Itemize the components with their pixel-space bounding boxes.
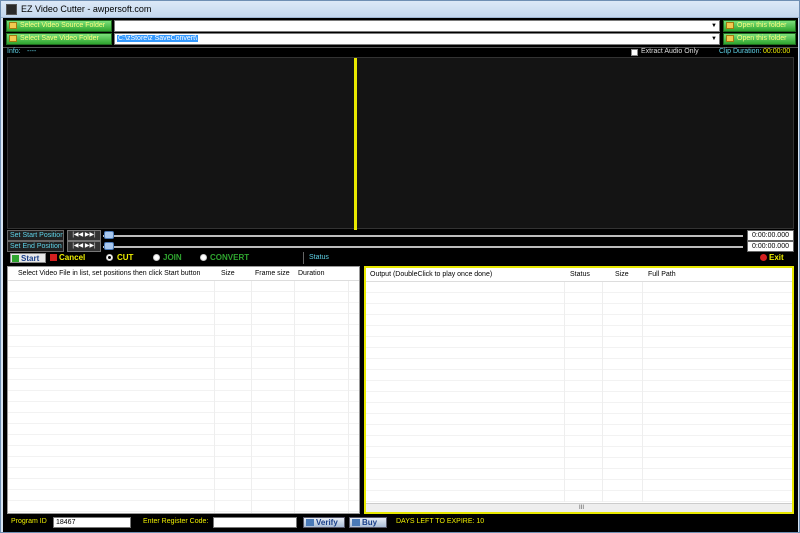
mode-join-radio[interactable] (153, 254, 160, 261)
select-source-folder-button[interactable]: Select Video Source Folder (6, 20, 112, 32)
power-icon (760, 254, 767, 261)
input-list-body[interactable] (8, 281, 359, 513)
status-label: Status (309, 254, 329, 261)
clip-duration-label: Clip Duration: (719, 48, 762, 55)
info-value: ---- (27, 48, 37, 55)
exit-button[interactable]: Exit (759, 253, 791, 263)
output-col-output[interactable]: Output (DoubleClick to play once done) (370, 271, 492, 278)
output-col-status[interactable]: Status (570, 271, 590, 278)
save-folder-path: C:\zStore\z SaveConvert\ (117, 35, 198, 42)
play-icon (12, 255, 19, 262)
verify-button[interactable]: Verify (303, 517, 345, 528)
column-divider (348, 281, 349, 513)
exit-label: Exit (769, 253, 784, 262)
app-window: EZ Video Cutter - awpersoft.com Select V… (0, 0, 800, 533)
verify-label: Verify (316, 518, 338, 527)
input-list-header: Select Video File in list, set positions… (8, 267, 359, 281)
chevron-down-icon[interactable]: ▼ (709, 34, 719, 44)
clip-duration-value: 00:00:00 (763, 48, 791, 55)
program-id-field[interactable]: 18467 (53, 517, 131, 528)
open-save-folder-button[interactable]: Open this folder (723, 33, 796, 45)
start-slider-track[interactable] (103, 235, 743, 237)
end-slider-thumb[interactable] (104, 242, 114, 250)
column-divider (214, 281, 215, 513)
register-code-input[interactable] (213, 517, 297, 528)
start-label: Start (21, 254, 40, 263)
folder-icon (9, 22, 17, 29)
open-save-folder-label: Open this folder (737, 35, 787, 42)
start-nav-buttons[interactable]: |◀◀ ▶▶| (67, 230, 101, 241)
action-toolbar: Start Cancel CUT JOIN CONVERT Status Exi… (3, 252, 798, 264)
chevron-down-icon[interactable]: ▼ (709, 21, 719, 31)
close-icon (50, 254, 57, 261)
input-col-size[interactable]: Size (221, 270, 235, 277)
output-col-full-path[interactable]: Full Path (648, 271, 676, 278)
end-nav-buttons[interactable]: |◀◀ ▶▶| (67, 241, 101, 252)
title-bar: EZ Video Cutter - awpersoft.com (1, 1, 799, 18)
input-col-duration[interactable]: Duration (298, 270, 324, 277)
info-bar: Info: ---- Extract Audio Only Clip Durat… (3, 47, 798, 56)
select-save-folder-button[interactable]: Select Save Video Folder (6, 33, 112, 45)
output-list-header: Output (DoubleClick to play once done) S… (366, 268, 792, 282)
folder-open-icon (726, 22, 734, 29)
source-folder-combo[interactable]: ▼ (114, 20, 720, 32)
scrollbar-grip[interactable]: III (579, 505, 584, 511)
video-preview[interactable] (7, 57, 794, 230)
buy-button[interactable]: Buy (349, 517, 387, 528)
output-col-size[interactable]: Size (615, 271, 629, 278)
column-divider (294, 281, 295, 513)
select-save-folder-label: Select Save Video Folder (20, 35, 99, 42)
mode-convert-label: CONVERT (210, 253, 250, 262)
mode-cut-radio[interactable] (106, 254, 113, 261)
end-time-field[interactable]: 0:00:00.000 (747, 241, 794, 252)
status-bar: Program ID 18467 Enter Register Code: Ve… (3, 516, 798, 529)
start-time-field[interactable]: 0:00:00.000 (747, 230, 794, 241)
mode-join-label: JOIN (163, 253, 182, 262)
cancel-button[interactable]: Cancel (49, 253, 93, 263)
output-horizontal-scrollbar[interactable]: III (366, 503, 792, 512)
start-position-row: Set Start Position |◀◀ ▶▶| 0:00:00.000 (7, 230, 794, 241)
program-id-label: Program ID (11, 518, 47, 525)
select-source-folder-label: Select Video Source Folder (20, 22, 106, 29)
input-col-frame-size[interactable]: Frame size (255, 270, 290, 277)
info-label: Info: (7, 48, 21, 55)
column-divider (251, 281, 252, 513)
save-icon (9, 35, 17, 42)
column-divider (602, 282, 603, 502)
app-icon (6, 4, 17, 15)
end-slider-track[interactable] (103, 246, 743, 248)
end-position-row: Set End Position |◀◀ ▶▶| 0:00:00.000 (7, 241, 794, 252)
cart-icon (352, 519, 360, 526)
refresh-icon (306, 519, 314, 526)
window-title: EZ Video Cutter - awpersoft.com (21, 4, 152, 14)
output-list-body[interactable] (366, 282, 792, 502)
cancel-label: Cancel (59, 253, 86, 262)
preview-divider (354, 58, 357, 230)
register-code-label: Enter Register Code: (143, 518, 209, 525)
mode-cut-label: CUT (117, 253, 134, 262)
set-start-position-button[interactable]: Set Start Position (7, 230, 64, 241)
input-col-file[interactable]: Select Video File in list, set positions… (18, 270, 200, 277)
open-source-folder-button[interactable]: Open this folder (723, 20, 796, 32)
column-divider (642, 282, 643, 502)
days-left-text: DAYS LEFT TO EXPIRE: 10 (396, 518, 485, 525)
open-source-folder-label: Open this folder (737, 22, 787, 29)
input-file-list[interactable]: Select Video File in list, set positions… (7, 266, 360, 514)
extract-audio-checkbox[interactable] (631, 49, 638, 56)
save-folder-combo[interactable]: C:\zStore\z SaveConvert\ ▼ (114, 33, 720, 45)
extract-audio-label: Extract Audio Only (641, 48, 699, 55)
start-slider-thumb[interactable] (104, 231, 114, 239)
column-divider (564, 282, 565, 502)
toolbar-divider (303, 252, 304, 264)
output-file-list[interactable]: Output (DoubleClick to play once done) S… (364, 266, 794, 514)
set-end-position-button[interactable]: Set End Position (7, 241, 64, 252)
folder-open-icon (726, 35, 734, 42)
start-button[interactable]: Start (10, 253, 46, 263)
mode-convert-radio[interactable] (200, 254, 207, 261)
buy-label: Buy (362, 518, 378, 527)
